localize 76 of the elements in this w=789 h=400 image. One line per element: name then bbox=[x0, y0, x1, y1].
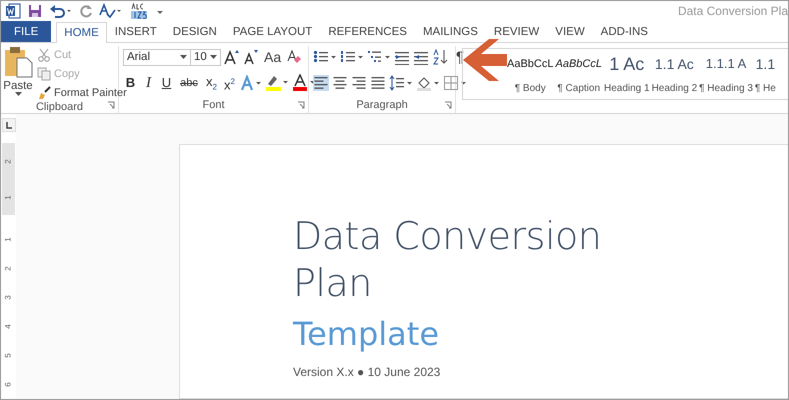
ruler-number: 2 bbox=[4, 158, 13, 164]
word-app-icon bbox=[5, 3, 21, 19]
ruler-number: 1 bbox=[4, 194, 13, 200]
ruler-number: 4 bbox=[4, 324, 13, 329]
ruler-number: 5 bbox=[4, 353, 13, 358]
subscript-button[interactable]: x$_{2}$ bbox=[204, 73, 219, 93]
window-title: Data Conversion Pla bbox=[678, 4, 788, 18]
sort-icon[interactable] bbox=[432, 49, 448, 65]
dialog-launcher-icon[interactable] bbox=[297, 101, 305, 109]
shading-icon[interactable] bbox=[416, 75, 440, 91]
ribbon-tab[interactable]: REVIEW bbox=[486, 21, 548, 42]
numbering-icon[interactable] bbox=[340, 49, 364, 65]
group-label: Paragraph bbox=[356, 99, 408, 111]
font-color-icon[interactable] bbox=[292, 74, 316, 92]
tab-selector-icon[interactable] bbox=[2, 118, 16, 132]
style-item[interactable]: 1.1.1 A ¶ Heading 3 bbox=[699, 49, 753, 99]
dropdown-arrow-icon bbox=[210, 54, 217, 60]
center-icon[interactable] bbox=[332, 75, 348, 91]
grow-font-icon[interactable] bbox=[224, 49, 240, 65]
group-label: Font bbox=[202, 99, 224, 111]
underline-button[interactable]: U bbox=[159, 73, 174, 93]
dialog-launcher-icon[interactable] bbox=[107, 101, 115, 109]
justify-icon[interactable] bbox=[370, 75, 386, 91]
ribbon-tab[interactable]: REFERENCES bbox=[320, 21, 415, 42]
left-arrow-icon bbox=[463, 39, 507, 81]
save-icon[interactable] bbox=[27, 3, 43, 19]
abc-123-icon[interactable] bbox=[129, 2, 149, 20]
ruler-number: 3 bbox=[4, 295, 13, 300]
group-label: Clipboard bbox=[36, 101, 84, 113]
paintbrush-icon bbox=[37, 86, 51, 100]
strikethrough-button[interactable]: abc bbox=[177, 74, 201, 92]
ribbon-tab[interactable]: VIEW bbox=[547, 21, 593, 42]
highlight-icon[interactable] bbox=[265, 74, 289, 92]
caret-icon bbox=[14, 92, 22, 97]
change-case-button[interactable]: Aa bbox=[262, 49, 284, 65]
style-item[interactable]: AaBbCcL ¶ Caption bbox=[555, 49, 602, 99]
align-left-icon[interactable] bbox=[313, 75, 329, 91]
align-right-icon[interactable] bbox=[351, 75, 367, 91]
paste-button[interactable]: Paste bbox=[3, 46, 33, 101]
style-item[interactable]: 1.1 ¶ He bbox=[754, 49, 776, 99]
decrease-indent-icon[interactable] bbox=[394, 49, 410, 65]
clear-formatting-icon[interactable] bbox=[286, 49, 302, 65]
increase-indent-icon[interactable] bbox=[413, 49, 429, 65]
font-name-field[interactable]: Arial bbox=[123, 48, 191, 66]
ruler-number: 6 bbox=[4, 382, 13, 387]
undo-icon[interactable] bbox=[49, 3, 73, 19]
line-spacing-icon[interactable] bbox=[389, 75, 413, 91]
dialog-launcher-icon[interactable] bbox=[444, 101, 452, 109]
redo-icon[interactable] bbox=[79, 3, 93, 19]
ruler-number: 1 bbox=[4, 237, 13, 242]
shrink-font-icon[interactable] bbox=[243, 49, 259, 65]
ribbon-tab[interactable]: INSERT bbox=[106, 21, 165, 42]
copy-icon bbox=[37, 66, 51, 80]
version-line: Version X.x ● 10 June 2023 bbox=[293, 365, 442, 379]
superscript-button[interactable]: x$^{2}$ bbox=[222, 73, 237, 93]
bullets-icon[interactable] bbox=[313, 49, 337, 65]
dropdown-arrow-icon bbox=[180, 54, 187, 60]
scissors-icon bbox=[37, 48, 51, 62]
ribbon-tab[interactable]: DESIGN bbox=[164, 21, 225, 42]
font-size-field[interactable]: 10 bbox=[190, 48, 221, 66]
spelling-icon[interactable] bbox=[99, 3, 123, 19]
style-item[interactable]: 1 Ac Heading 1 bbox=[604, 49, 650, 99]
clipboard-icon bbox=[3, 46, 33, 78]
ruler-number: 2 bbox=[4, 266, 13, 271]
multilevel-list-icon[interactable] bbox=[367, 49, 391, 65]
text-effects-icon[interactable] bbox=[240, 75, 262, 91]
style-item[interactable]: AaBbCcL ¶ Body bbox=[507, 49, 554, 99]
italic-button[interactable]: I bbox=[141, 73, 156, 93]
file-tab[interactable]: FILE bbox=[1, 21, 52, 42]
ribbon-tab[interactable]: MAILINGS bbox=[414, 21, 486, 42]
document-title: Data Conversion Plan bbox=[293, 213, 602, 307]
document-subtitle: Template bbox=[293, 315, 440, 353]
ribbon-tab[interactable]: ADD-INS bbox=[592, 21, 656, 42]
ribbon-tab[interactable]: HOME bbox=[56, 22, 107, 43]
ribbon-tab[interactable]: PAGE LAYOUT bbox=[224, 21, 320, 42]
style-item[interactable]: 1.1 Ac Heading 2 bbox=[652, 49, 698, 99]
